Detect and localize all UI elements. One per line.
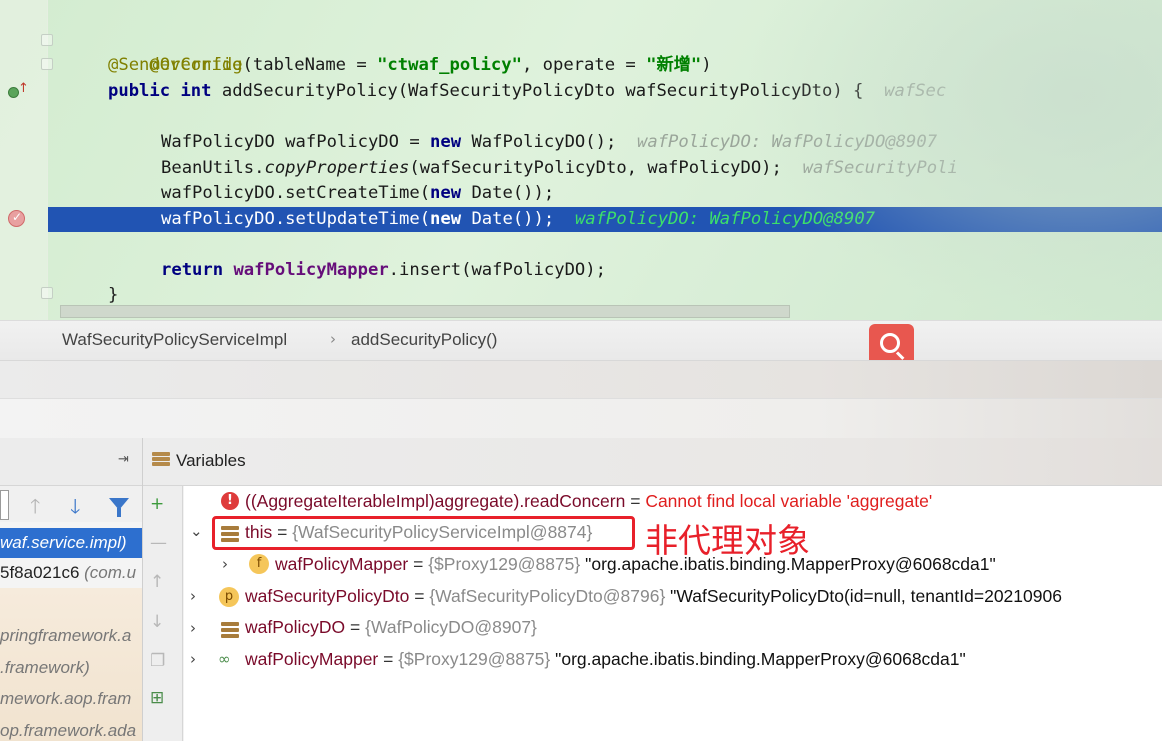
search-icon — [880, 333, 900, 353]
up-arrow-icon[interactable]: 🡑 — [30, 492, 40, 526]
editor-gutter[interactable] — [0, 0, 48, 320]
breadcrumb: WafSecurityPolicyServiceImpl › addSecuri… — [0, 320, 1162, 360]
remove-watch-icon[interactable]: — — [150, 533, 167, 553]
frames-panel: ⇥ 🡑 🡓 waf.service.impl) 5f8a021c6 (com.u… — [0, 438, 143, 741]
down-arrow-icon[interactable]: 🡓 — [70, 492, 80, 526]
chevron-right-icon[interactable]: › — [190, 650, 196, 668]
variables-header — [143, 438, 1162, 486]
pin-icon[interactable]: ⇥ — [118, 452, 129, 467]
add-watch-icon[interactable]: + — [150, 494, 164, 514]
code-editor[interactable]: ↑ @Override @SenderConfig(tableName = "c… — [0, 0, 1162, 320]
inline-value-hint: wafPolicyDO: WafPolicyDO@8907 — [637, 132, 938, 152]
variable-row[interactable]: wafPolicyDO = {WafPolicyDO@8907} — [245, 612, 537, 642]
filter-icon[interactable] — [109, 498, 129, 517]
code-line-5: WafPolicyDO wafPolicyDO = new WafPolicyD… — [161, 132, 938, 152]
error-icon: ! — [221, 492, 239, 510]
code-line-1: @Override — [149, 55, 243, 75]
current-execution-line[interactable]: wafPolicyDO.setUpdateTime(new Date()); w… — [48, 207, 1162, 232]
frame-row-selected[interactable]: waf.service.impl) — [0, 528, 142, 558]
chevron-right-icon[interactable]: › — [190, 587, 196, 605]
code-line-10: return wafPolicyMapper.insert(wafPolicyD… — [161, 260, 606, 280]
move-up-icon[interactable]: ↑ — [150, 572, 164, 592]
horizontal-scrollbar[interactable] — [60, 305, 790, 318]
tool-strip — [0, 398, 1162, 438]
breadcrumb-separator: › — [330, 330, 336, 348]
variable-row[interactable]: wafPolicyMapper = {$Proxy129@8875} "org.… — [245, 644, 966, 674]
chevron-down-icon[interactable]: ⌄ — [190, 522, 203, 540]
inline-value-hint: wafSecurityPoli — [802, 158, 958, 178]
watches-toggle-icon[interactable]: ⊞ — [150, 688, 164, 708]
code-line-2: @SenderConfig(tableName = "ctwaf_policy"… — [108, 55, 712, 75]
fold-marker-icon[interactable] — [41, 287, 53, 299]
inline-value-hint: wafPolicyDO: WafPolicyDO@8907 — [574, 209, 876, 229]
move-down-icon[interactable]: ↓ — [150, 612, 164, 632]
breadcrumb-method[interactable]: addSecurityPolicy() — [351, 330, 497, 350]
code-line-6: BeanUtils.copyProperties(wafSecurityPoli… — [161, 158, 958, 178]
frame-row[interactable]: op.framework.ada — [0, 716, 142, 741]
watch-glasses-icon: ∞ — [218, 650, 231, 668]
frame-row[interactable]: 5f8a021c6 (com.u — [0, 558, 142, 588]
code-line-8: wafPolicyDO.setUpdateTime(new Date()); w… — [161, 209, 876, 229]
fold-marker-icon[interactable] — [41, 34, 53, 46]
frame-row[interactable]: pringframework.a — [0, 621, 142, 651]
fold-marker-icon[interactable] — [41, 58, 53, 70]
chevron-right-icon[interactable]: › — [190, 619, 196, 637]
copy-icon[interactable]: ❐ — [150, 651, 165, 671]
variable-row[interactable]: ((AggregateIterableImpl)aggregate).readC… — [245, 486, 932, 516]
code-line-7: wafPolicyDO.setCreateTime(new Date()); — [161, 183, 555, 203]
variables-icon — [152, 452, 170, 468]
parameter-icon: p — [219, 587, 239, 607]
variables-title: Variables — [176, 451, 246, 470]
code-line-3: public int addSecurityPolicy(WafSecurity… — [108, 81, 947, 101]
object-icon — [221, 622, 239, 638]
frame-row[interactable]: .framework) — [0, 653, 142, 683]
tool-strip — [0, 360, 1162, 398]
breakpoint-icon[interactable] — [8, 210, 25, 227]
highlight-box — [212, 516, 635, 550]
inline-value-hint: wafSec — [884, 81, 947, 101]
variable-row[interactable]: wafSecurityPolicyDto = {WafSecurityPolic… — [245, 581, 1062, 611]
thread-selector[interactable] — [0, 490, 9, 520]
field-icon: f — [249, 554, 269, 574]
chevron-right-icon[interactable]: › — [222, 555, 228, 573]
override-gutter-icon[interactable]: ↑ — [8, 81, 29, 100]
variable-row[interactable]: wafPolicyMapper = {$Proxy129@8875} "org.… — [275, 549, 996, 579]
frame-row[interactable]: mework.aop.fram — [0, 684, 142, 714]
breadcrumb-class[interactable]: WafSecurityPolicyServiceImpl — [62, 330, 287, 350]
